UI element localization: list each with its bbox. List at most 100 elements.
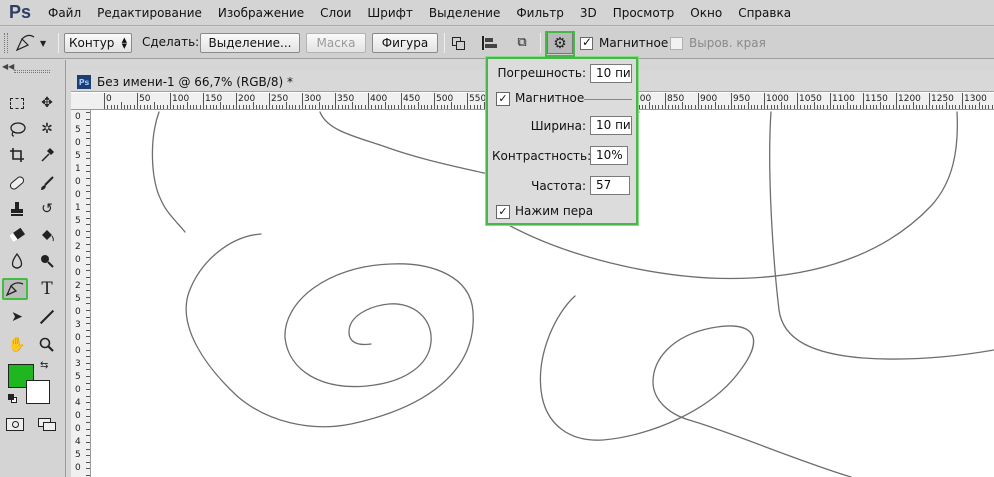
magnetic-popup-checkbox[interactable]: ✓ xyxy=(496,92,510,106)
move-tool-icon[interactable]: ✥ xyxy=(34,92,60,114)
type-tool-icon[interactable]: T xyxy=(34,278,60,300)
magnetic-popup-label: Магнитное xyxy=(515,91,585,105)
align-edges-checkbox[interactable] xyxy=(670,37,683,50)
ruler-tick-label: 1200 xyxy=(898,94,921,104)
blur-tool-icon[interactable] xyxy=(4,250,30,272)
ruler-tick-label: 5 xyxy=(75,216,81,226)
photoshop-window: Ps Файл Редактирование Изображение Слои … xyxy=(0,0,994,477)
zoom-tool-icon[interactable] xyxy=(34,334,60,356)
ruler-tick-label: 0 xyxy=(75,385,81,395)
ruler-tick-label: 5 xyxy=(75,450,81,460)
lasso-tool-icon[interactable] xyxy=(4,118,30,140)
ruler-tick-label: 300 xyxy=(304,94,322,104)
chevron-down-icon: ▼ xyxy=(40,38,47,48)
frequency-input[interactable]: 57 xyxy=(590,176,630,195)
contrast-input[interactable]: 10% xyxy=(590,146,628,165)
magic-wand-icon[interactable]: ✲ xyxy=(34,118,60,140)
dodge-tool-icon[interactable] xyxy=(34,250,60,272)
magnetic-checkbox[interactable]: ✓ xyxy=(580,35,593,50)
make-shape-button[interactable]: Фигура xyxy=(372,33,438,53)
line-tool-icon[interactable] xyxy=(34,306,60,328)
path-left-hook xyxy=(151,111,186,233)
select-arrows-icon: ▲ ▼ xyxy=(121,36,127,50)
menu-3d[interactable]: 3D xyxy=(572,0,605,26)
path-selection-icon[interactable]: ➤ xyxy=(4,306,30,328)
options-grip xyxy=(4,33,8,53)
freeform-pen-tool[interactable] xyxy=(2,278,28,300)
document-icon: Ps xyxy=(77,75,91,89)
clone-stamp-icon[interactable] xyxy=(4,198,30,220)
path-arrangement-icon[interactable]: ⧉ xyxy=(512,34,532,52)
ruler-tick-label: 1050 xyxy=(799,94,822,104)
contrast-label: Контрастность: xyxy=(492,149,592,163)
freeform-pen-icon xyxy=(15,34,35,52)
paint-bucket-icon[interactable] xyxy=(34,224,60,246)
vertical-ruler[interactable]: 0505100150200250300350400450 xyxy=(71,110,91,477)
crop-tool-icon[interactable] xyxy=(4,144,30,166)
ruler-tick-label: 0 xyxy=(75,138,81,148)
eyedropper-icon[interactable] xyxy=(34,144,60,166)
marquee-tool-icon[interactable] xyxy=(4,92,30,114)
hand-tool-icon[interactable]: ✋ xyxy=(4,334,30,356)
checkmark-icon: ✓ xyxy=(582,35,593,49)
menu-type[interactable]: Шрифт xyxy=(359,0,421,26)
ruler-tick-label: 0 xyxy=(75,463,81,473)
eraser-icon[interactable] xyxy=(4,224,30,246)
document-title: Без имени-1 @ 66,7% (RGB/8) * xyxy=(97,75,293,89)
ruler-tick-label: 200 xyxy=(238,94,256,104)
tolerance-input[interactable]: 10 пи xyxy=(590,64,632,83)
history-brush-icon[interactable]: ↺ xyxy=(34,198,60,220)
ruler-tick-label: 0 xyxy=(75,229,81,239)
menu-layers[interactable]: Слои xyxy=(312,0,359,26)
brush-tool-icon[interactable] xyxy=(34,172,60,194)
ruler-tick-label: 1 xyxy=(75,203,81,213)
ruler-tick-label: 1000 xyxy=(766,94,789,104)
menu-help[interactable]: Справка xyxy=(730,0,799,26)
ruler-tick-label: 4 xyxy=(75,398,81,408)
make-selection-button[interactable]: Выделение... xyxy=(200,33,300,53)
swap-colors-icon[interactable]: ⇆ xyxy=(40,360,48,371)
ruler-tick-label: 950 xyxy=(733,94,751,104)
tool-preset-picker[interactable]: ▼ xyxy=(14,32,54,54)
menu-bar: Ps Файл Редактирование Изображение Слои … xyxy=(0,0,994,26)
menu-file[interactable]: Файл xyxy=(40,0,89,26)
panel-collapse-icon[interactable]: ◀◀ xyxy=(2,62,14,71)
ruler-tick-label: 3 xyxy=(75,359,81,369)
ruler-tick-label: 0 xyxy=(75,424,81,434)
photoshop-logo: Ps xyxy=(8,2,32,22)
menu-filter[interactable]: Фильтр xyxy=(508,0,571,26)
menu-window[interactable]: Окно xyxy=(682,0,730,26)
default-colors-icon[interactable] xyxy=(8,394,18,404)
path-alignment-icon[interactable] xyxy=(480,34,498,52)
tolerance-label: Погрешность: xyxy=(497,66,586,80)
ruler-tick-label: 0 xyxy=(75,307,81,317)
width-label: Ширина: xyxy=(530,119,586,133)
freeform-pen-icon xyxy=(5,282,24,297)
ruler-tick-label: 4 xyxy=(75,437,81,447)
section-divider xyxy=(584,99,632,100)
screen-mode-icon[interactable] xyxy=(38,418,58,432)
ruler-tick-label: 1150 xyxy=(865,94,888,104)
menu-edit[interactable]: Редактирование xyxy=(89,0,210,26)
menu-select[interactable]: Выделение xyxy=(421,0,508,26)
path-operations-icon[interactable] xyxy=(450,35,468,51)
menu-view[interactable]: Просмотр xyxy=(605,0,683,26)
ruler-tick-label: 250 xyxy=(271,94,289,104)
ruler-tick-label: 50 xyxy=(139,94,151,104)
quick-mask-icon[interactable] xyxy=(6,418,24,431)
pen-pressure-label: Нажим пера xyxy=(515,204,594,218)
mode-select[interactable]: Контур ▲ ▼ xyxy=(64,33,132,53)
healing-brush-icon[interactable] xyxy=(4,172,30,194)
ruler-tick-label: 0 xyxy=(75,112,81,122)
path-lower-swirl xyxy=(539,295,852,477)
magnetic-options-popup: Погрешность: 10 пи ✓ Магнитное Ширина: 1… xyxy=(486,57,638,225)
ruler-tick-label: 0 xyxy=(75,255,81,265)
width-input[interactable]: 10 пи xyxy=(590,116,632,135)
ruler-tick-label: 5 xyxy=(75,372,81,382)
ruler-tick-label: 400 xyxy=(370,94,388,104)
menu-image[interactable]: Изображение xyxy=(210,0,312,26)
background-color-swatch[interactable] xyxy=(26,380,50,404)
ruler-tick-label: 5 xyxy=(75,125,81,135)
make-mask-button[interactable]: Маска xyxy=(306,33,366,53)
pen-pressure-checkbox[interactable]: ✓ xyxy=(496,205,510,219)
